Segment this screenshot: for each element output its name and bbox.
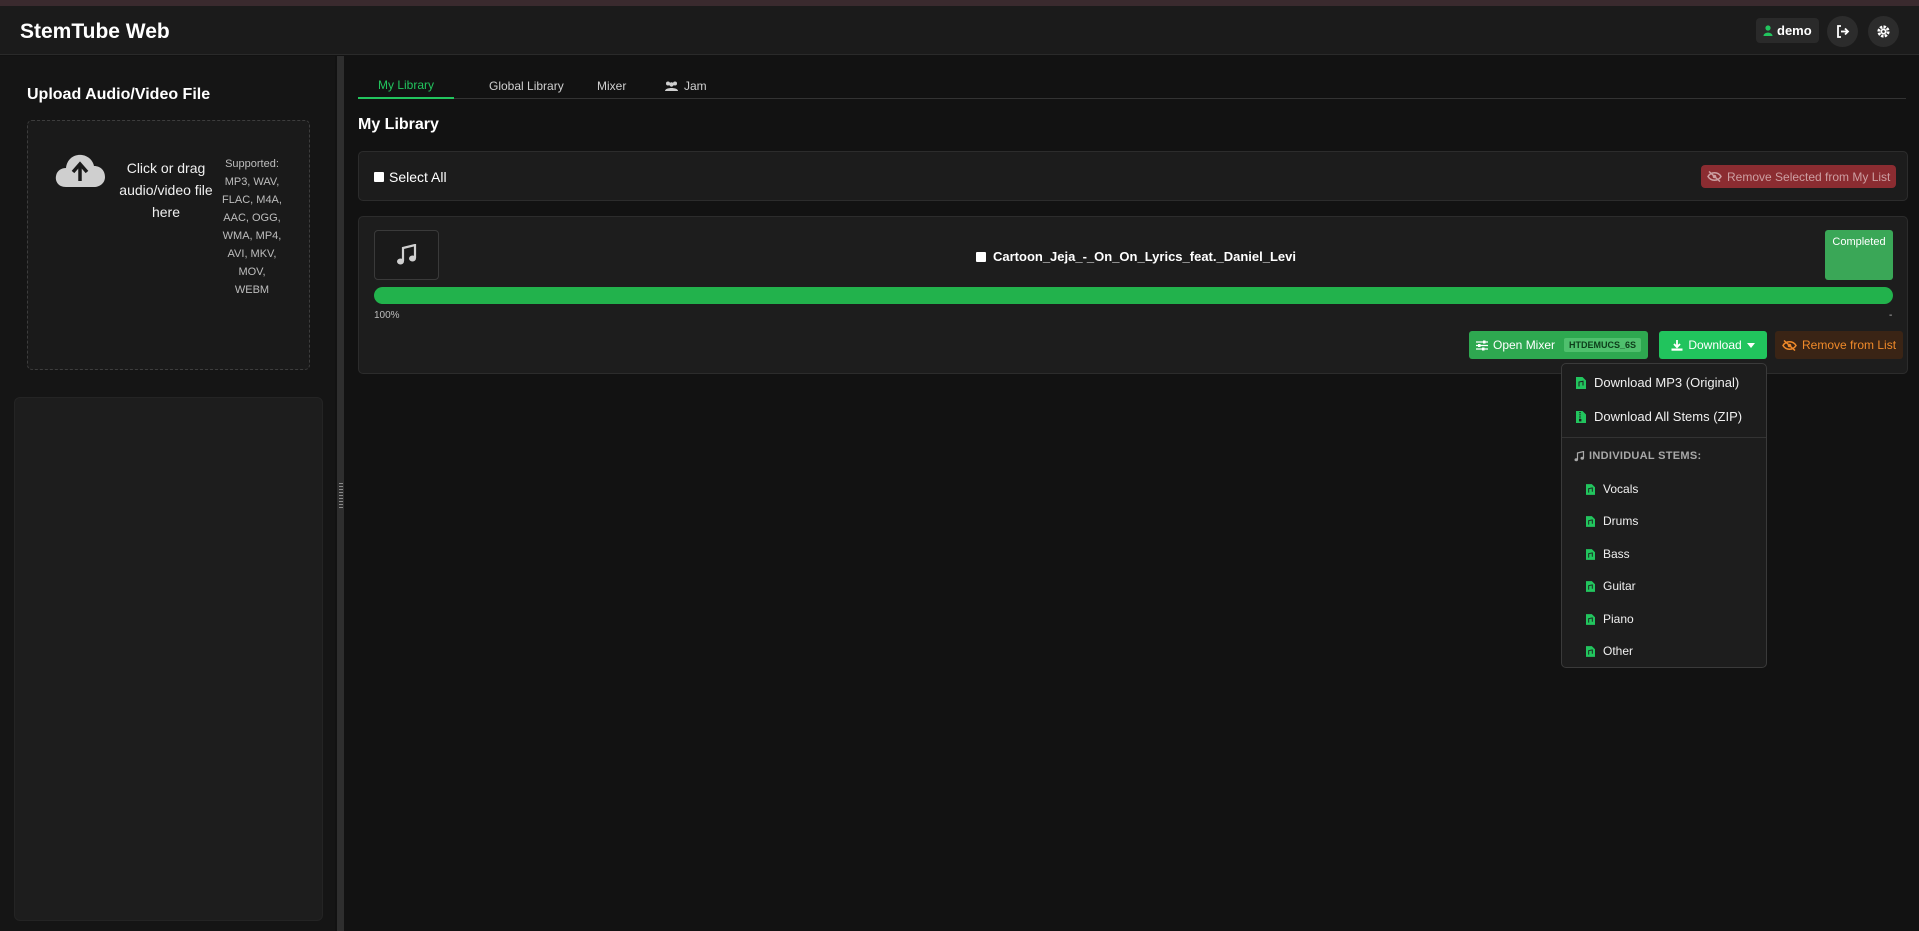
download-dropdown-menu: Download MP3 (Original) Download All Ste… — [1561, 363, 1767, 668]
open-mixer-label: Open Mixer — [1493, 338, 1556, 352]
file-archive-icon — [1576, 410, 1586, 423]
file-audio-icon — [1586, 580, 1595, 592]
eye-slash-icon — [1782, 339, 1797, 351]
stems-header: INDIVIDUAL STEMS: — [1574, 450, 1701, 462]
stem-label: Bass — [1603, 547, 1630, 561]
tab-label: My Library — [378, 77, 435, 92]
time-remaining: - — [1889, 310, 1893, 321]
item-checkbox[interactable] — [976, 251, 986, 262]
download-mp3-label: Download MP3 (Original) — [1594, 375, 1740, 390]
cloud-upload-icon — [55, 154, 105, 187]
stem-bass-item[interactable]: Bass — [1586, 547, 1630, 561]
download-mp3-item[interactable]: Download MP3 (Original) — [1576, 375, 1739, 390]
stems-header-label: INDIVIDUAL STEMS: — [1589, 450, 1702, 462]
remove-from-list-button[interactable]: Remove from List — [1775, 331, 1904, 359]
item-title-row[interactable]: Cartoon_Jeja_-_On_On_Lyrics_feat._Daniel… — [976, 249, 1296, 264]
tab-label: Jam — [684, 78, 707, 93]
status-badge: Completed — [1825, 230, 1893, 280]
open-mixer-button[interactable]: Open Mixer HTDEMUCS_6S — [1469, 331, 1649, 359]
sliders-icon — [1476, 340, 1488, 350]
stem-label: Other — [1603, 644, 1634, 658]
supported-formats: Supported: MP3, WAV, FLAC, M4A, AAC, OGG… — [222, 155, 282, 299]
file-audio-icon — [1586, 515, 1595, 527]
sidebar-panel — [14, 397, 323, 921]
select-all-checkbox[interactable]: Select All — [374, 169, 447, 185]
menu-divider — [1562, 437, 1766, 438]
sign-out-icon — [1836, 25, 1849, 38]
progress-percent: 100% — [374, 310, 400, 321]
download-zip-item[interactable]: Download All Stems (ZIP) — [1576, 409, 1742, 424]
library-item: Cartoon_Jeja_-_On_On_Lyrics_feat._Daniel… — [358, 216, 1908, 374]
select-all-label: Select All — [389, 169, 447, 185]
resize-grip-icon — [339, 483, 343, 509]
file-audio-icon — [1586, 645, 1595, 657]
dropzone-text: Click or drag audio/video file here — [119, 160, 213, 220]
stem-vocals-item[interactable]: Vocals — [1586, 482, 1638, 496]
stem-guitar-item[interactable]: Guitar — [1586, 579, 1636, 593]
download-icon — [1671, 339, 1683, 351]
remove-selected-label: Remove Selected from My List — [1727, 169, 1891, 184]
tab-my-library[interactable]: My Library — [358, 72, 455, 99]
remove-label: Remove from List — [1802, 338, 1897, 352]
stem-label: Drums — [1603, 514, 1639, 528]
tab-global-library[interactable]: Global Library — [469, 72, 584, 99]
eye-slash-icon — [1707, 171, 1722, 182]
app-title: StemTube Web — [20, 20, 170, 43]
stem-other-item[interactable]: Other — [1586, 644, 1633, 658]
tab-label: Mixer — [597, 78, 627, 93]
stem-label: Guitar — [1603, 579, 1636, 593]
page-title: My Library — [358, 116, 439, 133]
stem-drums-item[interactable]: Drums — [1586, 514, 1638, 528]
tab-mixer[interactable]: Mixer — [577, 72, 646, 99]
app-header: StemTube Web demo — [0, 6, 1919, 55]
checkbox-box[interactable] — [374, 172, 384, 182]
tab-jam[interactable]: Jam — [644, 72, 727, 99]
tab-label: Global Library — [489, 78, 564, 93]
item-title: Cartoon_Jeja_-_On_On_Lyrics_feat._Daniel… — [993, 249, 1296, 264]
supported-label: Supported: — [225, 158, 279, 170]
upload-title: Upload Audio/Video File — [27, 86, 211, 103]
music-note-icon — [1574, 450, 1585, 461]
caret-down-icon — [1746, 342, 1755, 348]
settings-button[interactable] — [1868, 16, 1899, 47]
tab-bar: My Library Global Library Mixer Jam — [358, 72, 1906, 99]
download-zip-label: Download All Stems (ZIP) — [1594, 409, 1743, 424]
file-audio-icon — [1576, 376, 1586, 389]
selection-toolbar: Select All Remove Selected from My List — [358, 151, 1908, 201]
user-icon — [1763, 25, 1773, 36]
stem-label: Vocals — [1603, 482, 1639, 496]
file-audio-icon — [1586, 483, 1595, 495]
model-badge: HTDEMUCS_6S — [1564, 338, 1642, 352]
remove-selected-button[interactable]: Remove Selected from My List — [1701, 165, 1897, 188]
logout-button[interactable] — [1827, 16, 1858, 47]
supported-list: MP3, WAV, FLAC, M4A, AAC, OGG, WMA, MP4,… — [222, 176, 282, 296]
user-badge[interactable]: demo — [1756, 18, 1819, 43]
stem-label: Piano — [1603, 612, 1634, 626]
stem-piano-item[interactable]: Piano — [1586, 612, 1634, 626]
user-name: demo — [1777, 23, 1812, 38]
gear-icon — [1877, 25, 1890, 38]
item-thumbnail — [374, 230, 439, 280]
music-note-icon — [396, 244, 416, 265]
users-icon — [665, 81, 678, 91]
file-audio-icon — [1586, 548, 1595, 560]
download-button[interactable]: Download — [1659, 331, 1767, 359]
download-label: Download — [1688, 338, 1742, 352]
file-audio-icon — [1586, 613, 1595, 625]
upload-dropzone[interactable]: Click or drag audio/video file here Supp… — [27, 120, 310, 370]
progress-bar — [374, 287, 1893, 304]
